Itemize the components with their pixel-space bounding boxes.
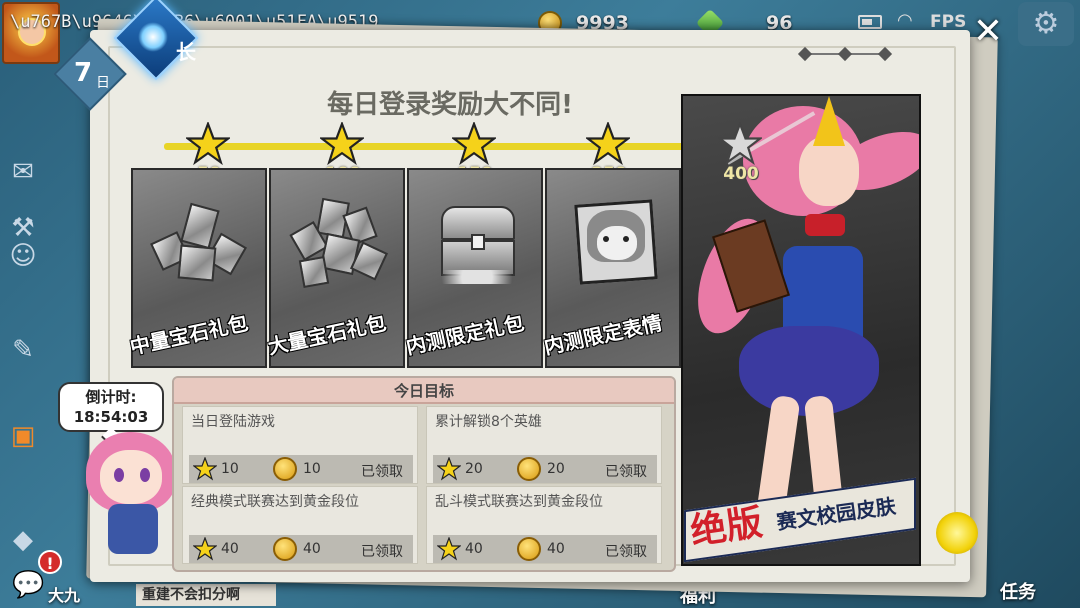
goal-reward-bar: 40 40 已领取 xyxy=(189,535,413,563)
gift-icon[interactable]: ▣ xyxy=(0,414,46,458)
chat-preview-label: 大九 xyxy=(48,586,81,605)
gem-pile-icon xyxy=(289,196,389,292)
goals-header: 今日目标 xyxy=(174,378,674,404)
featured-skin-tag: 绝版 赛文校园皮肤 xyxy=(684,477,916,563)
goal-title: 当日登陆游戏 xyxy=(191,414,275,430)
goal-star-reward: 40 xyxy=(465,541,483,557)
goal-title: 乱斗模式联赛达到黄金段位 xyxy=(435,494,603,510)
milestone-label: 400 xyxy=(723,164,759,184)
goal-title: 累计解锁8个英雄 xyxy=(435,414,542,430)
goal-title: 经典模式联赛达到黄金段位 xyxy=(191,494,359,510)
day-number: 7 xyxy=(74,58,93,88)
mascot-character xyxy=(82,432,186,562)
close-icon[interactable]: ✕ xyxy=(966,10,1010,54)
friends-icon[interactable]: ☺ xyxy=(0,234,46,278)
mail-icon[interactable]: ✉ xyxy=(0,150,46,194)
today-goals-panel: 今日目标 当日登陆游戏 10 10 已领取 累计解锁8个英雄 20 20 已领取… xyxy=(172,376,676,572)
star-icon xyxy=(192,456,218,481)
goal-star-reward: 40 xyxy=(221,541,239,557)
milestone-star-icon xyxy=(450,120,498,166)
goal-reward-bar: 40 40 已领取 xyxy=(433,535,657,563)
milestone-star-outline-icon xyxy=(716,120,764,166)
goal-coin-reward: 20 xyxy=(547,461,565,477)
nav-tasks[interactable]: 任务 xyxy=(1000,578,1036,604)
coin-icon xyxy=(517,457,541,481)
skin-bow xyxy=(805,214,845,236)
reward-card[interactable]: 内测限定礼包 xyxy=(404,168,543,368)
goal-status: 已领取 xyxy=(605,464,647,480)
countdown-time: 18:54:03 xyxy=(73,408,149,426)
goal-coin-reward: 40 xyxy=(303,541,321,557)
goal-coin-reward: 40 xyxy=(547,541,565,557)
reward-card[interactable]: 大量宝石礼包 xyxy=(266,168,405,368)
countdown-label: 倒计时: xyxy=(85,388,137,406)
goal-status: 已领取 xyxy=(361,544,403,560)
reward-name: 内测限定礼包 xyxy=(403,310,527,360)
flourish-ornament xyxy=(797,46,893,62)
panel-title: 每日登录奖励大不同! xyxy=(327,90,573,120)
goal-item[interactable]: 乱斗模式联赛达到黄金段位 40 40 已领取 xyxy=(426,486,662,564)
coin-icon xyxy=(517,537,541,561)
coin-icon xyxy=(273,537,297,561)
wifi-icon: ◠ xyxy=(897,10,913,31)
countdown-bubble: 倒计时: 18:54:03 xyxy=(58,382,164,432)
chat-bubble-icon[interactable]: 💬 xyxy=(12,570,44,600)
reward-card[interactable]: 中量宝石礼包 xyxy=(128,168,267,368)
star-icon xyxy=(436,456,462,481)
goal-reward-bar: 20 20 已领取 xyxy=(433,455,657,483)
goal-item[interactable]: 经典模式联赛达到黄金段位 40 40 已领取 xyxy=(182,486,418,564)
skin-face xyxy=(799,136,859,206)
emote-portrait-icon xyxy=(565,196,665,292)
milestone-star-icon xyxy=(318,120,366,166)
battery-icon xyxy=(858,15,882,29)
treasure-chest-icon xyxy=(427,196,527,292)
sparkle-icon xyxy=(138,22,168,52)
goal-star-reward: 20 xyxy=(465,461,483,477)
featured-tag-big: 绝版 xyxy=(687,502,766,553)
milestone-star-icon xyxy=(184,120,232,166)
milestone-star-icon xyxy=(584,120,632,166)
reward-name: 内测限定表情 xyxy=(541,310,665,360)
star-icon xyxy=(192,536,218,561)
lightning-orb-icon xyxy=(936,512,978,554)
reward-name: 大量宝石礼包 xyxy=(265,310,389,360)
growth-badge[interactable]: 长 xyxy=(112,0,204,81)
notes-icon[interactable]: ✎ xyxy=(0,328,46,372)
day-unit: 日 xyxy=(96,75,110,91)
goal-reward-bar: 10 10 已领取 xyxy=(189,455,413,483)
crown-icon xyxy=(813,96,845,146)
gem-cluster-icon xyxy=(150,196,251,292)
goal-status: 已领取 xyxy=(361,464,403,480)
goal-item[interactable]: 当日登陆游戏 10 10 已领取 xyxy=(182,406,418,484)
coin-icon xyxy=(273,457,297,481)
goal-item[interactable]: 累计解锁8个英雄 20 20 已领取 xyxy=(426,406,662,484)
growth-label: 长 xyxy=(176,40,196,64)
star-icon xyxy=(436,536,462,561)
reward-name: 中量宝石礼包 xyxy=(127,310,251,360)
reward-card[interactable]: 内测限定表情 xyxy=(542,168,681,368)
settings-gear-icon[interactable]: ⚙ xyxy=(1018,2,1074,46)
goal-coin-reward: 10 xyxy=(303,461,321,477)
chat-notification-badge: ! xyxy=(38,550,62,574)
fps-label: FPS xyxy=(930,12,967,32)
goal-status: 已领取 xyxy=(605,544,647,560)
goal-star-reward: 10 xyxy=(221,461,239,477)
progress-track-filled xyxy=(164,143,738,150)
chat-ticker[interactable]: 重建不会扣分啊 xyxy=(136,584,276,606)
